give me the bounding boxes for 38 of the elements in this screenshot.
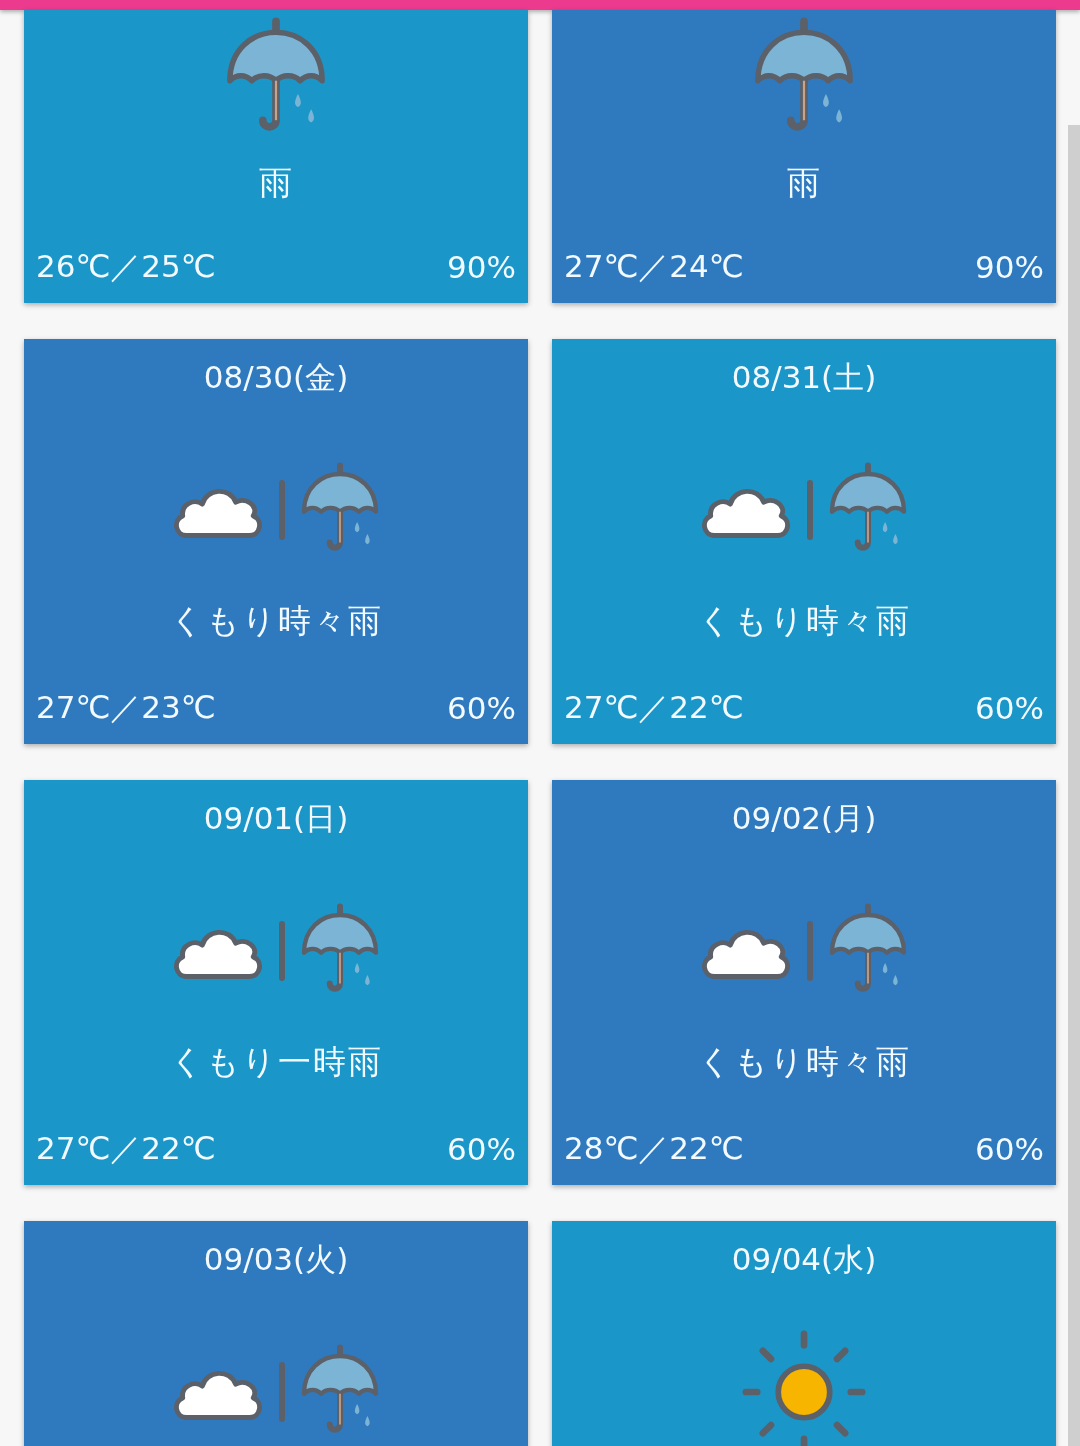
- weather-condition: くもり一時雨: [169, 1040, 383, 1083]
- temperature-range: 27℃／23℃: [36, 688, 216, 727]
- temperature-range: 27℃／22℃: [36, 1129, 216, 1168]
- temperature-range: 27℃／22℃: [564, 688, 744, 727]
- temperature-range: 28℃／22℃: [564, 1129, 744, 1168]
- weather-condition: 雨: [786, 161, 822, 204]
- forecast-card[interactable]: 雨 26℃／25℃ 90%: [24, 10, 528, 303]
- separator-icon: [279, 920, 285, 982]
- temperature-range: 26℃／25℃: [36, 247, 216, 286]
- sun-icon: [742, 1330, 866, 1446]
- rain-chance: 90%: [975, 249, 1044, 285]
- forecast-card[interactable]: 09/04(水): [552, 1221, 1056, 1446]
- forecast-date: 09/01(日): [203, 799, 349, 838]
- weather-condition: くもり時々雨: [169, 599, 383, 642]
- forecast-card[interactable]: 雨 27℃／24℃ 90%: [552, 10, 1056, 303]
- forecast-date: 09/02(月): [731, 799, 877, 838]
- separator-icon: [279, 479, 285, 541]
- forecast-card[interactable]: 09/03(火): [24, 1221, 528, 1446]
- separator-icon: [807, 920, 813, 982]
- rain-chance: 60%: [447, 1131, 516, 1167]
- forecast-date: 09/03(火): [203, 1240, 349, 1279]
- rain-chance: 60%: [975, 1131, 1044, 1167]
- rain-chance: 60%: [975, 690, 1044, 726]
- weather-condition: くもり時々雨: [697, 1040, 911, 1083]
- rain-chance: 90%: [447, 249, 516, 285]
- forecast-card[interactable]: 09/01(日) くもり一時雨 27℃／22℃ 60%: [24, 780, 528, 1185]
- weather-condition: くもり時々雨: [697, 599, 911, 642]
- forecast-card[interactable]: 09/02(月) くもり時々雨 28℃／22℃ 60%: [552, 780, 1056, 1185]
- forecast-date: 09/04(水): [731, 1240, 877, 1279]
- forecast-date: 08/30(金): [203, 358, 349, 397]
- weather-condition: 雨: [258, 161, 294, 204]
- forecast-card[interactable]: 08/31(土) くもり時々雨 27℃／22℃ 60%: [552, 339, 1056, 744]
- separator-icon: [807, 479, 813, 541]
- separator-icon: [279, 1361, 285, 1423]
- forecast-date: 08/31(土): [731, 358, 877, 397]
- rain-chance: 60%: [447, 690, 516, 726]
- temperature-range: 27℃／24℃: [564, 247, 744, 286]
- forecast-card[interactable]: 08/30(金) くもり時々雨 27℃／23℃ 60%: [24, 339, 528, 744]
